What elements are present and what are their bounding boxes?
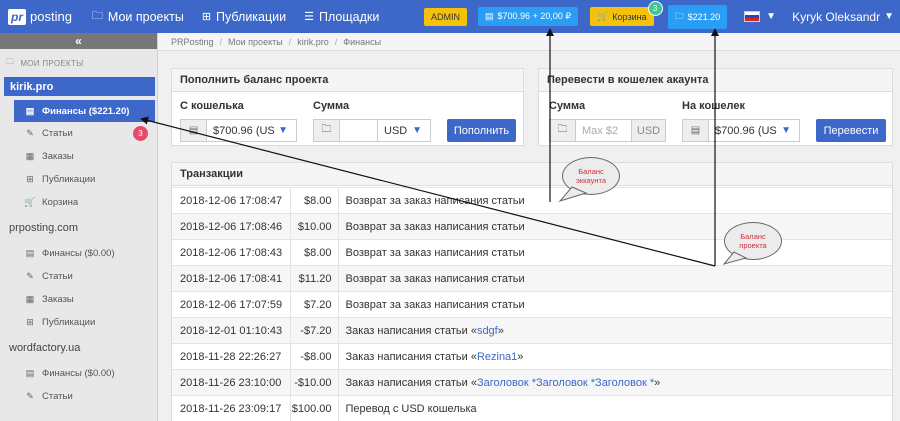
arrow-to-sidebar-finances	[140, 116, 716, 267]
project-callout-tail	[722, 251, 748, 265]
annotation-arrows	[140, 28, 748, 267]
account-callout-tail	[558, 186, 588, 202]
